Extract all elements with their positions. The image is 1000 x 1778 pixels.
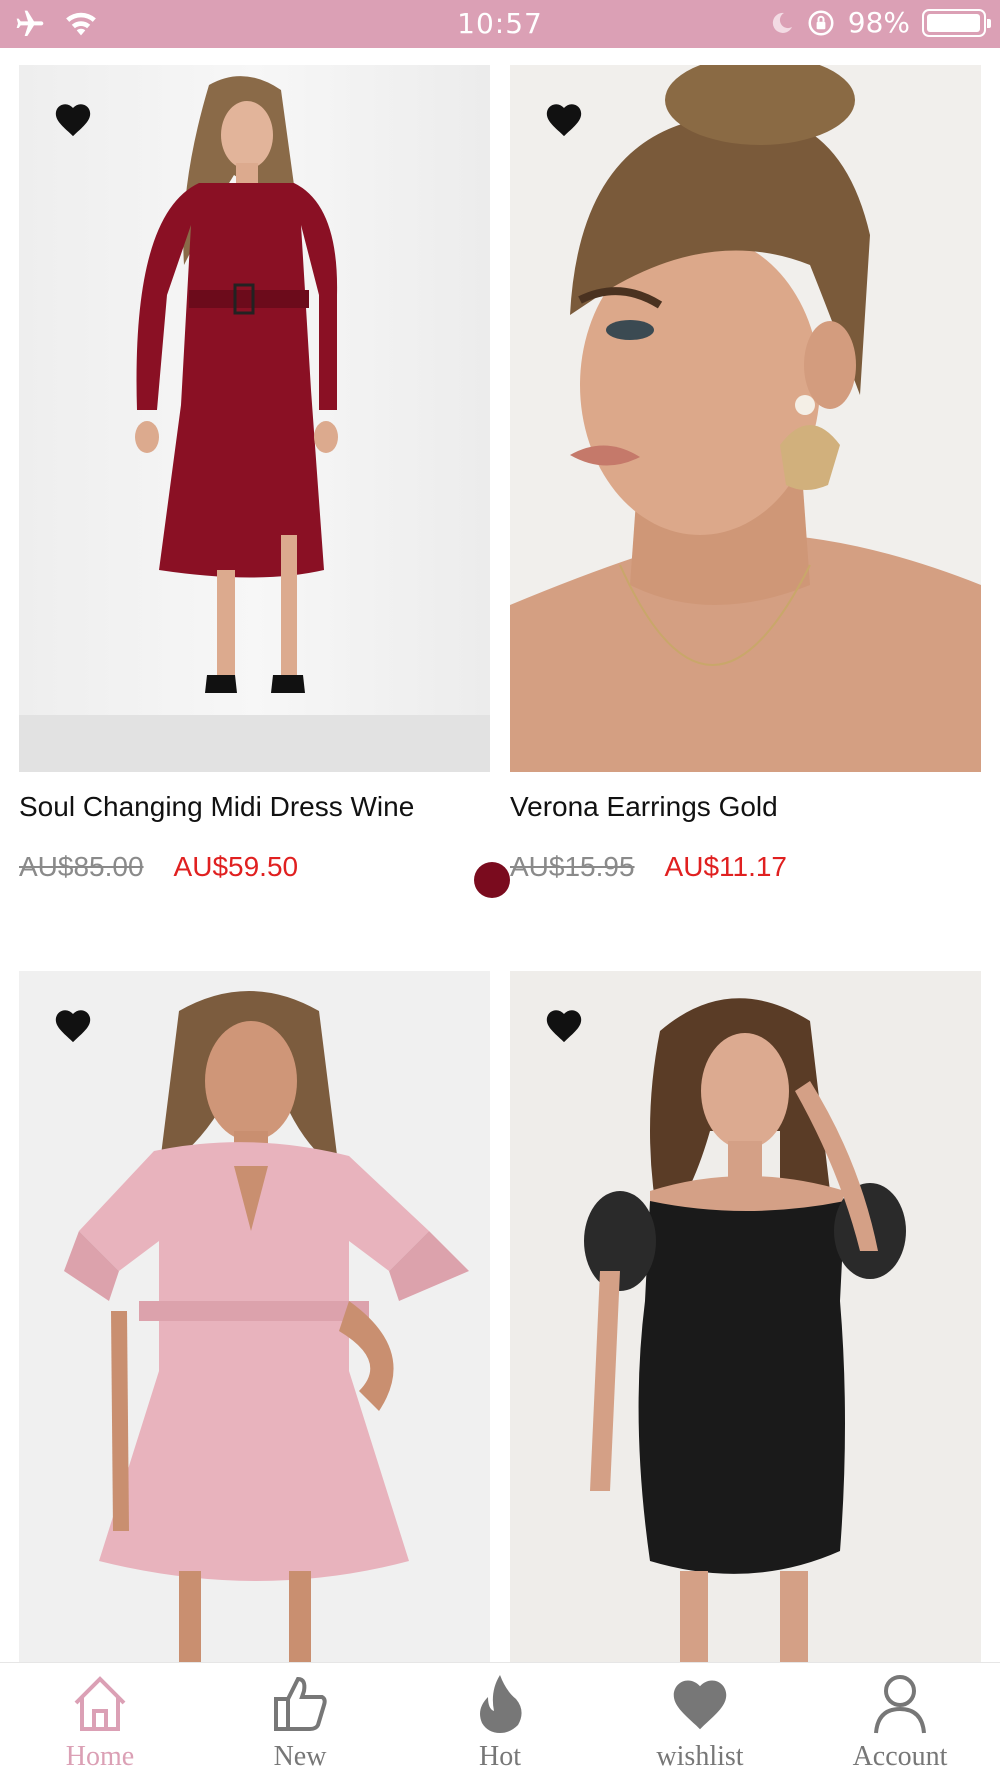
battery-percentage: 98% <box>847 6 910 39</box>
sale-price: AU$11.17 <box>664 851 788 882</box>
product-name[interactable]: Soul Changing Midi Dress Wine <box>19 791 414 823</box>
tab-home[interactable]: Home <box>0 1663 200 1778</box>
status-right: 98% <box>770 6 991 39</box>
battery-level <box>927 13 980 32</box>
favorite-heart-icon[interactable] <box>544 1007 584 1043</box>
tab-label: New <box>273 1741 327 1772</box>
favorite-heart-icon[interactable] <box>544 101 584 137</box>
tab-account[interactable]: Account <box>800 1663 1000 1778</box>
tab-label: Home <box>65 1741 135 1772</box>
thumbs-up-icon <box>274 1676 327 1731</box>
home-icon <box>74 1676 126 1731</box>
status-bar: 10:57 98% <box>0 0 1000 48</box>
favorite-heart-icon[interactable] <box>53 1007 93 1043</box>
battery-icon <box>922 8 991 37</box>
product-photo-earrings[interactable] <box>510 65 981 772</box>
tab-label: wishlist <box>656 1741 744 1772</box>
product-prices: AU$15.95 AU$11.17 <box>510 851 787 883</box>
bottom-tab-bar: Home New Hot wishlist Account <box>0 1662 1000 1778</box>
rotation-lock-icon <box>808 10 834 35</box>
color-swatch[interactable] <box>474 862 510 898</box>
product-photo-black-dress[interactable] <box>510 971 981 1662</box>
original-price: AU$15.95 <box>510 851 635 882</box>
sale-price: AU$59.50 <box>173 851 299 882</box>
tab-wishlist[interactable]: wishlist <box>600 1663 800 1778</box>
tab-hot[interactable]: Hot <box>400 1663 600 1778</box>
moon-icon <box>772 12 792 33</box>
tab-new[interactable]: New <box>200 1663 400 1778</box>
flame-icon <box>480 1675 522 1733</box>
favorite-heart-icon[interactable] <box>53 101 93 137</box>
user-icon <box>874 1675 926 1734</box>
tab-label: Hot <box>479 1741 521 1772</box>
product-photo-pink-dress[interactable] <box>19 971 490 1662</box>
tab-label: Account <box>852 1741 948 1772</box>
product-prices: AU$85.00 AU$59.50 <box>19 851 298 883</box>
original-price: AU$85.00 <box>19 851 144 882</box>
heart-icon <box>673 1680 727 1730</box>
product-photo-red-dress[interactable] <box>19 65 490 772</box>
product-name[interactable]: Verona Earrings Gold <box>510 791 778 823</box>
